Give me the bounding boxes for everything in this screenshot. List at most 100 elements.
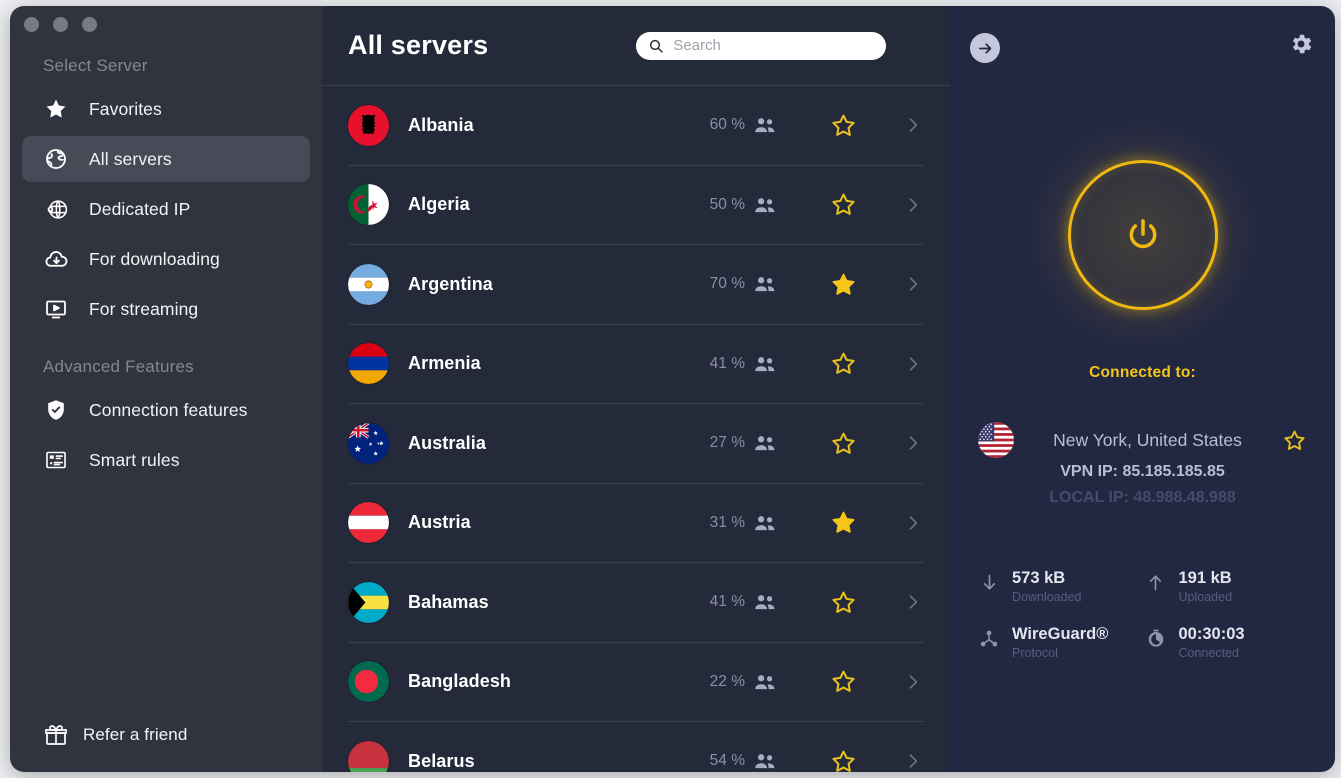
- server-list[interactable]: Albania 60 % Algeria 50 % Argentina 70 % Armen…: [322, 86, 950, 772]
- chevron-right-icon[interactable]: [902, 195, 924, 215]
- power-button[interactable]: [1067, 160, 1218, 310]
- arrow-right-circle-icon[interactable]: [970, 33, 1000, 63]
- sidebar-item-favorites[interactable]: Favorites: [22, 86, 310, 132]
- server-row[interactable]: Bangladesh 22 %: [348, 643, 924, 722]
- sidebar-item-for-streaming[interactable]: For streaming: [22, 286, 310, 332]
- chevron-right-icon[interactable]: [902, 672, 924, 692]
- server-panel-header: All servers: [322, 6, 950, 86]
- people-icon: [754, 514, 776, 532]
- stat-text: 191 kB Uploaded: [1179, 569, 1233, 604]
- server-row[interactable]: Australia 27 %: [348, 404, 924, 484]
- people-icon: [754, 593, 776, 611]
- server-country-name: Argentina: [408, 273, 493, 294]
- chevron-right-icon[interactable]: [902, 354, 924, 374]
- favorite-star-outline-icon[interactable]: [828, 668, 858, 695]
- stat-downloaded: 573 kB Downloaded: [976, 569, 1143, 604]
- sidebar-item-all-servers[interactable]: All servers: [22, 136, 310, 182]
- chevron-right-icon[interactable]: [902, 274, 924, 294]
- sidebar-item-label: Connection features: [89, 399, 248, 420]
- server-load-percent: 70 %: [709, 275, 745, 293]
- server-load-percent: 50 %: [709, 195, 745, 213]
- server-load-percent: 27 %: [709, 434, 745, 452]
- stat-text: 00:30:03 Connected: [1179, 625, 1245, 660]
- sidebar-item-smart-rules[interactable]: Smart rules: [22, 437, 310, 483]
- stat-label: Connected: [1178, 645, 1239, 660]
- globe-icon: [43, 146, 69, 172]
- server-row[interactable]: Algeria 50 %: [348, 166, 924, 245]
- sidebar-item-label: Favorites: [89, 98, 162, 119]
- power-glow: [1027, 120, 1258, 350]
- close-button[interactable]: [24, 17, 39, 32]
- stat-label: Uploaded: [1178, 589, 1233, 604]
- favorite-star-outline-icon[interactable]: [828, 350, 858, 377]
- people-icon: [754, 434, 776, 452]
- sidebar-item-label: Dedicated IP: [89, 198, 191, 219]
- minimize-button[interactable]: [53, 17, 68, 32]
- sidebar-item-connection-features[interactable]: Connection features: [22, 387, 310, 433]
- search-box[interactable]: [636, 31, 887, 60]
- server-country-name: Austria: [408, 512, 471, 533]
- connection-panel: Connected to: New York, United States VP…: [950, 6, 1335, 772]
- server-country-name: Australia: [408, 432, 486, 453]
- favorite-star-outline-icon[interactable]: [828, 112, 858, 139]
- country-flag-icon: [348, 422, 389, 464]
- favorite-star-outline-icon[interactable]: [828, 430, 858, 457]
- chevron-right-icon[interactable]: [902, 592, 924, 612]
- sidebar-primary-list: Favorites All servers Dedicated IP For down…: [22, 86, 310, 336]
- maximize-button[interactable]: [82, 17, 97, 32]
- search-input[interactable]: [673, 37, 875, 54]
- location-favorite-star-icon[interactable]: [1281, 428, 1307, 453]
- server-country-name: Armenia: [408, 353, 481, 374]
- server-load-percent: 41 %: [709, 354, 745, 372]
- stat-value: 191 kB: [1178, 569, 1232, 587]
- favorite-star-outline-icon[interactable]: [828, 589, 858, 616]
- country-flag-icon: [348, 343, 389, 385]
- connection-stats: 573 kB Downloaded 191 kB Uploaded WireGuard®…: [950, 569, 1335, 660]
- sidebar-item-for-downloading[interactable]: For downloading: [22, 236, 310, 282]
- app-window: Select Server Favorites All servers Dedica…: [10, 6, 1335, 772]
- globe-pin-icon: [43, 196, 69, 222]
- favorite-star-filled-icon[interactable]: [828, 509, 858, 536]
- sidebar-heading-select-server: Select Server: [43, 56, 148, 75]
- cloud-download-icon: [43, 246, 69, 272]
- people-icon: [754, 752, 776, 770]
- server-load-percent: 54 %: [709, 752, 745, 770]
- chevron-right-icon[interactable]: [902, 115, 924, 135]
- sidebar-item-label: For downloading: [89, 248, 220, 269]
- server-load-percent: 31 %: [709, 513, 745, 531]
- sidebar-heading-advanced-features: Advanced Features: [43, 357, 194, 376]
- stat-text: 573 kB Downloaded: [1012, 569, 1082, 604]
- chevron-right-icon[interactable]: [902, 433, 924, 453]
- server-row[interactable]: Armenia 41 %: [348, 325, 924, 404]
- power-icon: [1123, 215, 1163, 255]
- server-load-percent: 22 %: [709, 672, 745, 690]
- server-country-name: Bangladesh: [408, 671, 512, 692]
- gear-icon[interactable]: [1287, 30, 1315, 58]
- country-flag-icon: [348, 263, 389, 305]
- stat-connected: 00:30:03 Connected: [1143, 625, 1310, 660]
- server-row[interactable]: Argentina 70 %: [348, 245, 924, 325]
- server-row[interactable]: Albania 60 %: [348, 86, 924, 166]
- stopwatch-icon: [1143, 628, 1169, 650]
- favorite-star-outline-icon[interactable]: [828, 191, 858, 218]
- connected-status-label: Connected to:: [1089, 364, 1196, 381]
- page-title: All servers: [348, 30, 489, 60]
- window-traffic-lights: [24, 17, 97, 32]
- chevron-right-icon[interactable]: [902, 513, 924, 533]
- app-root: Select Server Favorites All servers Dedica…: [0, 0, 1341, 778]
- chevron-right-icon[interactable]: [902, 751, 924, 771]
- favorite-star-filled-icon[interactable]: [828, 271, 858, 298]
- server-row[interactable]: Austria 31 %: [348, 484, 924, 563]
- vpn-ip-value: VPN IP: 85.185.185.85: [1060, 463, 1225, 480]
- people-icon: [754, 355, 776, 373]
- server-country-name: Bahamas: [408, 591, 489, 612]
- favorite-star-outline-icon[interactable]: [828, 748, 858, 772]
- server-row[interactable]: Bahamas 41 %: [348, 563, 924, 643]
- refer-a-friend-button[interactable]: Refer a friend: [43, 722, 187, 748]
- server-country-name: Albania: [408, 114, 474, 135]
- sidebar-item-dedicated-ip[interactable]: Dedicated IP: [22, 186, 310, 232]
- country-flag-icon: [348, 502, 389, 544]
- people-icon: [754, 116, 776, 134]
- stat-value: 00:30:03: [1178, 624, 1245, 643]
- server-row[interactable]: Belarus 54 %: [348, 722, 924, 772]
